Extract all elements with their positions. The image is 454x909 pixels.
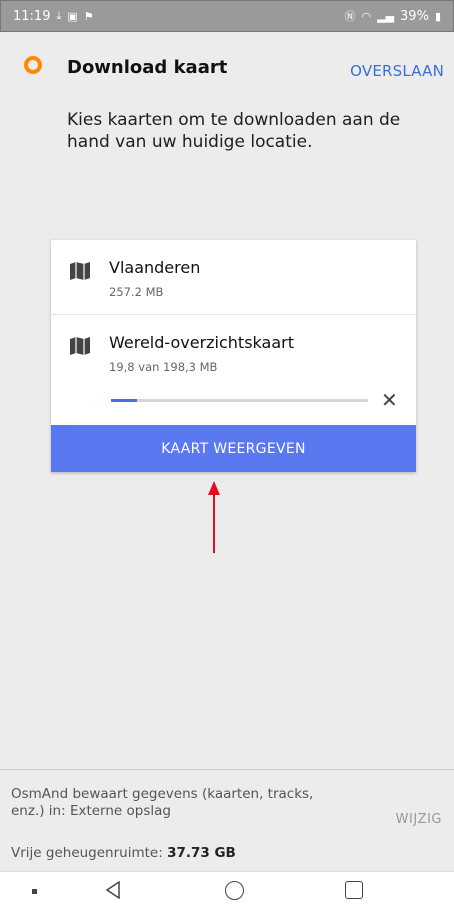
map-name: Vlaanderen xyxy=(109,258,201,277)
skip-button[interactable]: OVERSLAAN xyxy=(350,62,444,80)
map-item-vlaanderen[interactable]: Vlaanderen 257.2 MB xyxy=(51,240,416,315)
page-subtitle: Kies kaarten om te downloaden aan de han… xyxy=(67,110,401,152)
map-name: Wereld-overzichtskaart xyxy=(109,333,294,352)
header: Download kaart OVERSLAAN xyxy=(0,32,454,112)
map-icon xyxy=(70,262,90,280)
map-item-world-overview[interactable]: Wereld-overzichtskaart 19,8 van 198,3 MB xyxy=(51,315,416,389)
page-title: Download kaart xyxy=(67,57,228,78)
maps-card: Vlaanderen 257.2 MB Wereld-overzichtskaa… xyxy=(51,240,416,472)
status-bar-left: 11:19 ⤓ ▣ ⚑ xyxy=(13,9,94,24)
battery-level: 39% xyxy=(400,8,429,24)
map-icon xyxy=(70,337,90,355)
status-time: 11:19 xyxy=(13,8,51,24)
show-map-button[interactable]: KAART WEERGEVEN xyxy=(51,425,416,472)
home-icon[interactable] xyxy=(225,881,244,900)
signal-icon: ▂▄ xyxy=(377,9,395,23)
download-progress-fill xyxy=(111,399,137,402)
battery-icon: ▮ xyxy=(434,9,441,23)
status-bar: 11:19 ⤓ ▣ ⚑ Ⓝ ◠ ▂▄ 39% ▮ xyxy=(0,0,454,32)
recent-apps-icon[interactable] xyxy=(345,881,363,899)
change-storage-button[interactable]: WIJZIG xyxy=(396,812,442,827)
storage-panel: OsmAnd bewaart gegevens (kaarten, tracks… xyxy=(0,769,454,872)
cancel-download-icon[interactable]: ✕ xyxy=(381,388,398,412)
download-icon: ⤓ xyxy=(56,9,62,22)
nfc-icon: Ⓝ xyxy=(344,10,356,23)
free-space-label: Vrije geheugenruimte: xyxy=(11,845,168,861)
download-progress-bar xyxy=(111,399,368,402)
storage-info: OsmAnd bewaart gegevens (kaarten, tracks… xyxy=(11,786,314,819)
free-space: Vrije geheugenruimte: 37.73 GB xyxy=(11,845,236,861)
osmand-logo-icon xyxy=(24,56,42,74)
nav-dot-icon[interactable] xyxy=(32,889,37,894)
status-bar-right: Ⓝ ◠ ▂▄ 39% ▮ xyxy=(345,8,442,24)
wifi-icon: ◠ xyxy=(361,9,372,23)
annotation-arrow xyxy=(208,481,220,553)
navigation-bar xyxy=(0,871,454,909)
map-size: 19,8 van 198,3 MB xyxy=(109,360,218,374)
free-space-value: 37.73 GB xyxy=(167,845,236,861)
image-icon: ▣ xyxy=(67,9,78,23)
back-icon[interactable] xyxy=(104,881,122,899)
flag-icon: ⚑ xyxy=(83,9,94,23)
map-size: 257.2 MB xyxy=(109,285,164,299)
